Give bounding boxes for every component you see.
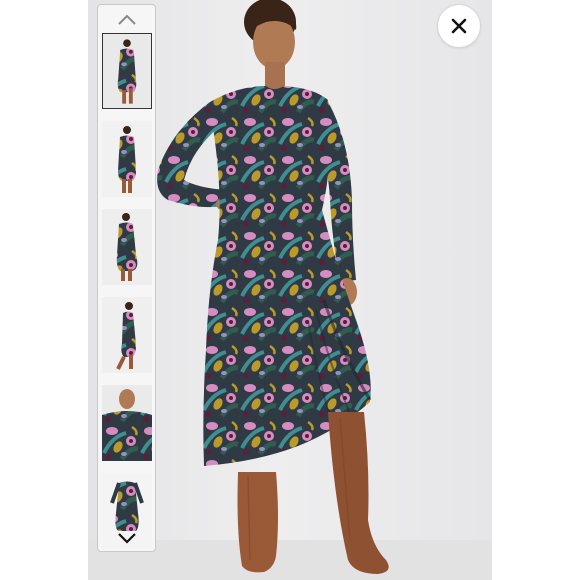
thumbnail-detail-neckline[interactable] bbox=[102, 385, 152, 461]
close-button[interactable] bbox=[437, 4, 481, 48]
close-icon bbox=[451, 18, 467, 34]
thumbnail-image bbox=[102, 385, 152, 461]
thumbnail-image bbox=[102, 297, 152, 373]
chevron-down-icon bbox=[117, 533, 136, 544]
thumbnail-image bbox=[103, 34, 151, 108]
thumbnail-scroll-up-button[interactable] bbox=[98, 7, 155, 33]
thumbnail-side-full[interactable] bbox=[102, 209, 152, 285]
thumbnail-side-walk[interactable] bbox=[102, 297, 152, 373]
thumbnail-scroll-down-button[interactable] bbox=[98, 525, 155, 551]
thumbnail-rail bbox=[97, 4, 156, 552]
thumbnail-front-full[interactable] bbox=[102, 33, 152, 109]
thumbnail-back-full[interactable] bbox=[102, 121, 152, 197]
thumbnail-image bbox=[102, 121, 152, 197]
chevron-up-icon bbox=[117, 14, 136, 25]
thumbnail-image bbox=[102, 209, 152, 285]
